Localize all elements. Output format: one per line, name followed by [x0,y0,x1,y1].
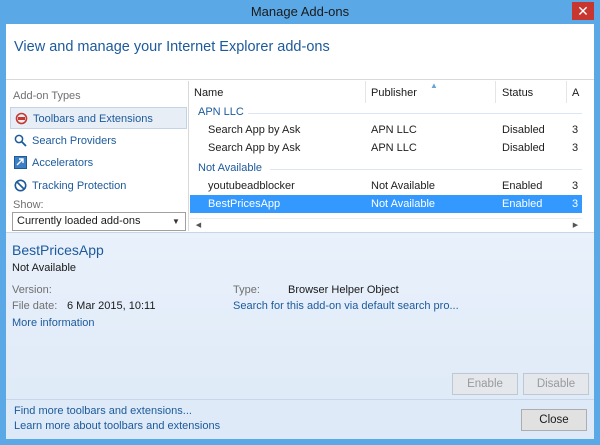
tracking-protection-icon [14,179,27,192]
learn-more-link[interactable]: Learn more about toolbars and extensions [14,420,220,432]
chevron-down-icon[interactable]: ▼ [170,213,182,230]
addon-types-title: Add-on Types [13,90,81,102]
find-more-link[interactable]: Find more toolbars and extensions... [14,405,192,417]
group-divider [248,113,582,114]
column-header-name[interactable]: Name [194,81,223,103]
sort-ascending-icon: ▲ [430,81,438,90]
show-label: Show: [13,199,44,211]
cell-architecture: 3 [572,198,579,210]
sidebar-item-tracking-protection[interactable]: Tracking Protection [10,175,187,197]
column-divider[interactable] [566,81,567,103]
sidebar-item-accelerators[interactable]: Accelerators [10,152,187,174]
table-row[interactable]: youtubeadblocker Not Available Enabled 3 [190,177,582,195]
group-header: APN LLC [198,106,244,118]
cell-architecture: 3 [572,142,579,154]
vertical-scroll-gutter [582,81,594,231]
header-text: View and manage your Internet Explorer a… [14,39,330,55]
sidebar-item-label: Tracking Protection [32,180,127,192]
cell-status: Disabled [502,142,545,154]
close-button[interactable]: Close [521,409,587,431]
cell-status: Disabled [502,124,545,136]
window-close-button[interactable]: ✕ [572,2,594,20]
cell-publisher: APN LLC [371,142,417,154]
window-title: Manage Add-ons [250,4,350,19]
addon-details-panel: BestPricesApp Not Available Version: Fil… [6,232,594,439]
group-divider [270,169,582,170]
horizontal-scrollbar[interactable]: ◀ ▶ [190,218,582,231]
sidebar-item-search-providers[interactable]: Search Providers [10,130,187,152]
group-header: Not Available [198,162,263,174]
file-date-label: File date: [12,300,58,312]
cell-status: Enabled [502,180,543,192]
dialog-client-area: PC risk View and manage your Internet Ex… [6,24,594,439]
version-label: Version: [12,284,52,296]
sidebar-item-label: Accelerators [32,157,94,169]
column-header-publisher[interactable]: Publisher [371,81,417,103]
search-icon [14,134,27,147]
cell-name: BestPricesApp [208,198,281,210]
addons-list: Name ▲ Publisher Status A APN LLC Search… [190,81,594,231]
sidebar-item-toolbars[interactable]: Toolbars and Extensions [10,107,187,129]
cell-name: Search App by Ask [208,142,301,154]
column-header-status[interactable]: Status [502,81,533,103]
cell-status: Enabled [502,198,543,210]
enable-button[interactable]: Enable [452,373,518,395]
disable-button[interactable]: Disable [523,373,589,395]
show-filter-value: Currently loaded add-ons [17,215,141,227]
table-row-selected[interactable]: BestPricesApp Not Available Enabled 3 [190,195,582,213]
type-value: Browser Helper Object [288,284,399,296]
cell-architecture: 3 [572,180,579,192]
sidebar-item-label: Search Providers [32,135,117,147]
column-header-architecture[interactable]: A [572,81,579,103]
column-divider[interactable] [495,81,496,103]
scroll-right-icon[interactable]: ▶ [569,219,582,232]
manage-addons-window: Manage Add-ons ✕ PC risk View and manage… [0,0,600,445]
cell-publisher: APN LLC [371,124,417,136]
cell-publisher: Not Available [371,180,436,192]
addon-types-pane: Add-on Types Toolbars and Extensions Sea… [6,81,189,231]
header-band: View and manage your Internet Explorer a… [6,24,594,80]
toolbar-icon [15,112,28,125]
title-bar[interactable]: Manage Add-ons ✕ [0,0,600,24]
cell-publisher: Not Available [371,198,436,210]
table-row[interactable]: Search App by Ask APN LLC Disabled 3 [190,139,582,157]
sidebar-item-label: Toolbars and Extensions [33,113,153,125]
type-label: Type: [233,284,260,296]
search-addon-link[interactable]: Search for this add-on via default searc… [233,300,459,312]
cell-name: youtubeadblocker [208,180,295,192]
details-publisher: Not Available [12,262,77,274]
table-row[interactable]: Search App by Ask APN LLC Disabled 3 [190,121,582,139]
scroll-left-icon[interactable]: ◀ [192,219,205,232]
accelerator-icon [14,156,27,169]
footer-divider [6,399,594,400]
cell-architecture: 3 [572,124,579,136]
show-filter-select[interactable]: Currently loaded add-ons ▼ [12,212,186,231]
file-date-value: 6 Mar 2015, 10:11 [67,300,156,312]
details-addon-name: BestPricesApp [12,242,104,258]
column-divider[interactable] [365,81,366,103]
cell-name: Search App by Ask [208,124,301,136]
more-information-link[interactable]: More information [12,317,95,329]
